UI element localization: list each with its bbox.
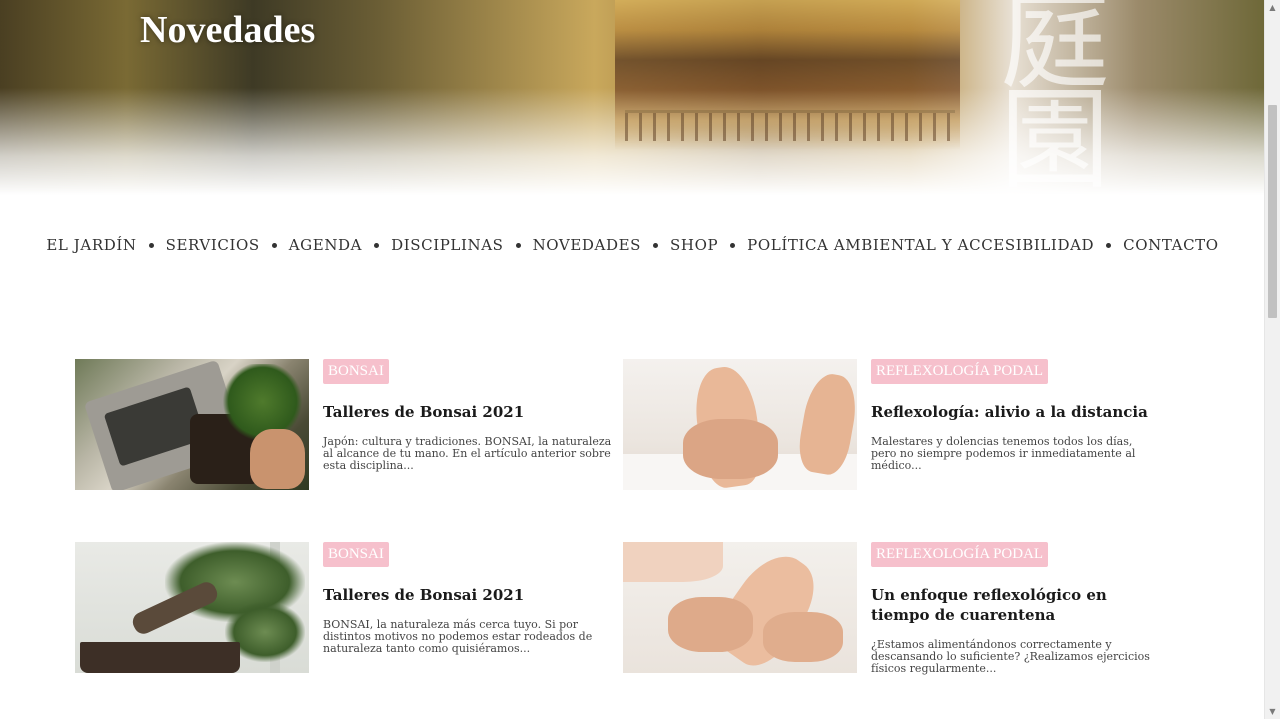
thumbnail-detail xyxy=(683,419,778,479)
thumbnail-detail xyxy=(250,429,305,489)
thumbnail-detail xyxy=(220,364,305,439)
vertical-scrollbar[interactable]: ▲ ▼ xyxy=(1264,0,1280,719)
page-title: Novedades xyxy=(140,9,316,51)
post-meta: REFLEXOLOGÍA PODAL Reflexología: alivio … xyxy=(871,359,1161,472)
hero-banner: 庭園 Novedades xyxy=(0,0,1265,195)
post-thumbnail[interactable] xyxy=(75,359,309,490)
post-card: REFLEXOLOGÍA PODAL Un enfoque reflexológ… xyxy=(623,542,1163,682)
thumbnail-detail xyxy=(80,642,240,673)
nav-separator xyxy=(653,242,659,248)
post-card: BONSAI Talleres de Bonsai 2021 BONSAI, l… xyxy=(75,542,615,682)
nav-separator xyxy=(730,242,736,248)
post-thumbnail[interactable] xyxy=(623,359,857,490)
post-meta: REFLEXOLOGÍA PODAL Un enfoque reflexológ… xyxy=(871,542,1161,675)
thumbnail-detail xyxy=(623,542,723,582)
post-title[interactable]: Un enfoque reflexológico en tiempo de cu… xyxy=(871,585,1161,625)
nav-item-contacto[interactable]: CONTACTO xyxy=(1123,236,1219,254)
nav-item-agenda[interactable]: AGENDA xyxy=(289,236,362,254)
post-excerpt: Malestares y dolencias tenemos todos los… xyxy=(871,435,1136,472)
hero-pavilion-image xyxy=(615,0,960,150)
nav-separator xyxy=(1106,242,1112,248)
nav-item-disciplinas[interactable]: DISCIPLINAS xyxy=(391,236,503,254)
nav-item-politica-ambiental[interactable]: POLÍTICA AMBIENTAL Y ACCESIBILIDAD xyxy=(747,236,1094,254)
post-card: BONSAI Talleres de Bonsai 2021 Japón: cu… xyxy=(75,359,615,499)
nav-separator xyxy=(271,242,277,248)
post-excerpt: BONSAI, la naturaleza más cerca tuyo. Si… xyxy=(323,618,593,655)
nav-item-servicios[interactable]: SERVICIOS xyxy=(166,236,260,254)
main-nav: EL JARDÍN SERVICIOS AGENDA DISCIPLINAS N… xyxy=(0,236,1265,254)
category-badge[interactable]: BONSAI xyxy=(323,359,389,384)
post-excerpt: ¿Estamos alimentándonos correctamente y … xyxy=(871,638,1150,675)
category-badge[interactable]: BONSAI xyxy=(323,542,389,567)
post-thumbnail[interactable] xyxy=(623,542,857,673)
post-meta: BONSAI Talleres de Bonsai 2021 Japón: cu… xyxy=(323,359,613,472)
post-title[interactable]: Talleres de Bonsai 2021 xyxy=(323,402,613,422)
post-card: REFLEXOLOGÍA PODAL Reflexología: alivio … xyxy=(623,359,1163,499)
scroll-up-arrow-icon[interactable]: ▲ xyxy=(1265,0,1280,15)
scrollbar-thumb[interactable] xyxy=(1268,105,1277,318)
post-meta: BONSAI Talleres de Bonsai 2021 BONSAI, l… xyxy=(323,542,613,655)
scroll-down-arrow-icon[interactable]: ▼ xyxy=(1265,704,1280,719)
post-thumbnail[interactable] xyxy=(75,542,309,673)
post-title[interactable]: Reflexología: alivio a la distancia xyxy=(871,402,1161,422)
nav-item-novedades[interactable]: NOVEDADES xyxy=(533,236,641,254)
hero-calligraphy: 庭園 xyxy=(1000,0,1110,195)
nav-separator xyxy=(374,242,380,248)
category-badge[interactable]: REFLEXOLOGÍA PODAL xyxy=(871,359,1049,384)
nav-item-el-jardin[interactable]: EL JARDÍN xyxy=(46,236,136,254)
pavilion-railing xyxy=(625,110,955,141)
thumbnail-detail xyxy=(668,597,753,652)
thumbnail-detail xyxy=(763,612,843,662)
nav-item-shop[interactable]: SHOP xyxy=(670,236,718,254)
category-badge[interactable]: REFLEXOLOGÍA PODAL xyxy=(871,542,1049,567)
post-excerpt: Japón: cultura y tradiciones. BONSAI, la… xyxy=(323,435,612,472)
nav-separator xyxy=(148,242,154,248)
nav-separator xyxy=(515,242,521,248)
post-title[interactable]: Talleres de Bonsai 2021 xyxy=(323,585,613,605)
